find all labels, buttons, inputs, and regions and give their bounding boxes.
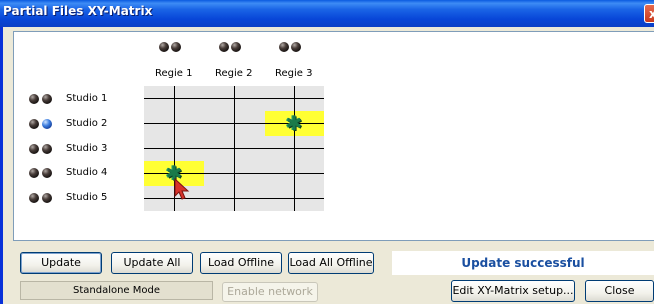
studio-3-indicator-b xyxy=(42,144,52,154)
studio-2-indicator-b xyxy=(42,119,52,129)
studio-2-indicator-a xyxy=(29,119,39,129)
row-label-studio-4[interactable]: Studio 4 xyxy=(66,167,107,178)
enable-network-button[interactable]: Enable network xyxy=(222,282,318,302)
column-label-regie-1[interactable]: Regie 1 xyxy=(155,68,192,79)
studio-4-indicator-b xyxy=(42,168,52,178)
regie-1-indicator-a xyxy=(159,42,169,52)
column-label-regie-3[interactable]: Regie 3 xyxy=(275,68,312,79)
row-label-studio-2[interactable]: Studio 2 xyxy=(66,118,107,129)
row-label-studio-1[interactable]: Studio 1 xyxy=(66,93,107,104)
studio-5-indicator-b xyxy=(42,193,52,203)
close-button[interactable]: Close xyxy=(585,280,654,302)
mode-indicator: Standalone Mode xyxy=(20,281,213,300)
studio-5-indicator-a xyxy=(29,193,39,203)
studio-4-indicator-a xyxy=(29,168,39,178)
update-all-button[interactable]: Update All xyxy=(111,252,193,274)
column-label-regie-2[interactable]: Regie 2 xyxy=(215,68,252,79)
window-close-button[interactable]: x xyxy=(644,4,654,23)
column-line-regie-3 xyxy=(294,86,295,211)
column-line-regie-2 xyxy=(234,86,235,211)
edit-setup-button[interactable]: Edit XY-Matrix setup... xyxy=(451,280,575,302)
status-message: Update successful xyxy=(392,251,654,275)
update-button[interactable]: Update xyxy=(20,252,102,274)
row-label-studio-3[interactable]: Studio 3 xyxy=(66,143,107,154)
studio-3-indicator-a xyxy=(29,144,39,154)
regie-1-indicator-b xyxy=(171,42,181,52)
studio-1-indicator-b xyxy=(42,94,52,104)
studio-1-indicator-a xyxy=(29,94,39,104)
window-title: Partial Files XY-Matrix xyxy=(3,4,153,18)
row-label-studio-5[interactable]: Studio 5 xyxy=(66,192,107,203)
mouse-cursor-icon xyxy=(174,178,190,200)
regie-3-indicator-a xyxy=(279,42,289,52)
regie-3-indicator-b xyxy=(291,42,301,52)
load-all-offline-button[interactable]: Load All Offline xyxy=(288,252,374,274)
regie-2-indicator-a xyxy=(219,42,229,52)
matrix-panel xyxy=(13,31,654,241)
regie-2-indicator-b xyxy=(231,42,241,52)
load-offline-button[interactable]: Load Offline xyxy=(200,252,282,274)
green-cross-icon[interactable]: ✱ xyxy=(284,113,304,133)
title-bar[interactable]: Partial Files XY-Matrix x xyxy=(0,0,654,27)
